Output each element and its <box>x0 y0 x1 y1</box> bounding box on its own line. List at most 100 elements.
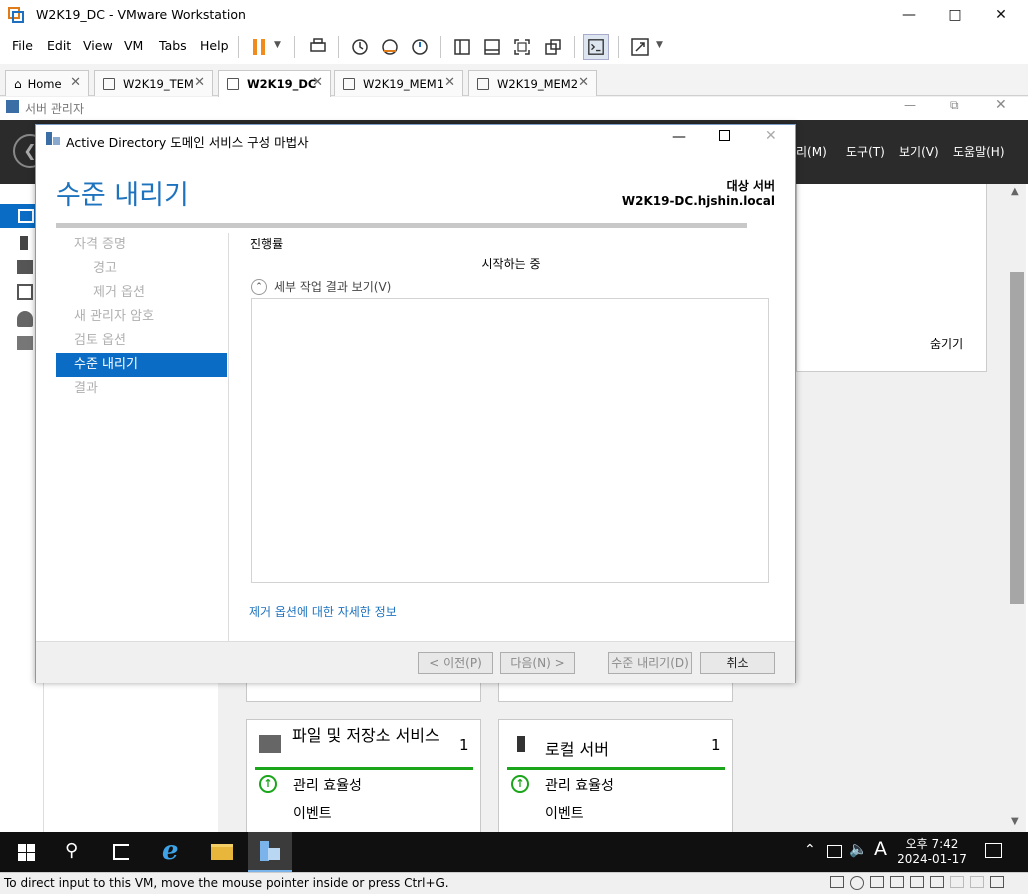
tab-w2k19-dc[interactable]: W2K19_DC ✕ <box>218 70 331 97</box>
maximize-button[interactable]: □ <box>932 0 978 30</box>
printer-icon[interactable] <box>910 876 924 888</box>
snapshot-icon[interactable] <box>350 37 370 57</box>
scroll-up-icon[interactable]: ▲ <box>1011 186 1019 197</box>
full-screen-icon[interactable] <box>512 37 532 57</box>
sm-menu-tools[interactable]: 도구(T) <box>846 143 885 160</box>
server-manager-taskbar-button[interactable] <box>248 832 292 872</box>
scrollbar-thumb[interactable] <box>1010 272 1024 604</box>
clock-date[interactable]: 2024-01-17 <box>895 852 969 866</box>
tab-w2k19-mem2[interactable]: W2K19_MEM2 ✕ <box>468 70 597 96</box>
vm-icon <box>103 77 115 90</box>
menu-view[interactable]: View <box>83 38 113 53</box>
sm-restore-button[interactable]: ⧉ <box>950 98 959 113</box>
arrows-icon[interactable] <box>970 876 984 888</box>
scroll-down-icon[interactable]: ▼ <box>1011 816 1019 827</box>
tile-count: 1 <box>711 736 721 754</box>
tab-w2k19-mem1[interactable]: W2K19_MEM1 ✕ <box>334 70 463 96</box>
revert-snapshot-icon[interactable] <box>380 37 400 57</box>
network-adapter-icon[interactable] <box>870 876 884 888</box>
pause-dropdown-icon[interactable]: ▼ <box>274 40 281 50</box>
task-view-icon[interactable] <box>113 844 129 860</box>
toolbar-separator <box>618 36 619 58</box>
tile-row-events[interactable]: 이벤트 <box>545 803 584 823</box>
input-indicator[interactable]: A <box>874 838 887 860</box>
tab-w2k19-tem[interactable]: W2K19_TEM ✕ <box>94 70 213 96</box>
menu-vm[interactable]: VM <box>124 38 143 53</box>
close-icon[interactable]: ✕ <box>194 75 205 90</box>
stretch-guest-icon[interactable] <box>630 37 650 57</box>
close-icon[interactable]: ✕ <box>444 75 455 90</box>
network-icon[interactable] <box>827 845 842 858</box>
sm-menu-help[interactable]: 도움말(H) <box>953 143 1005 160</box>
cd-icon[interactable] <box>850 876 864 890</box>
clock-time[interactable]: 오후 7:42 <box>895 835 969 852</box>
wizard-minimize-button[interactable]: — <box>672 129 686 145</box>
file-explorer-icon[interactable] <box>211 844 233 860</box>
stretch-dropdown-icon[interactable]: ▼ <box>656 40 663 50</box>
show-library-icon[interactable] <box>452 37 472 57</box>
sm-close-button[interactable]: ✕ <box>995 97 1007 113</box>
minimize-button[interactable]: — <box>886 0 932 30</box>
sm-minimize-button[interactable]: — <box>904 98 916 112</box>
nav-dns-icon[interactable] <box>17 311 33 327</box>
details-output-box[interactable] <box>251 298 769 583</box>
previous-button[interactable]: < 이전(P) <box>418 652 493 674</box>
hdd-icon[interactable] <box>830 876 844 888</box>
sound-icon[interactable] <box>930 876 944 888</box>
sm-menu-view[interactable]: 보기(V) <box>899 143 939 160</box>
file-storage-icon <box>259 735 281 753</box>
search-icon[interactable]: ⚲ <box>65 840 78 861</box>
chevron-up-icon: ⌃ <box>251 278 267 295</box>
tile-title: 로컬 서버 <box>545 740 609 759</box>
wizard-title: Active Directory 도메인 서비스 구성 마법사 <box>66 135 309 150</box>
wizard-heading: 수준 내리기 <box>56 180 189 211</box>
thumbnail-bar-icon[interactable] <box>482 37 502 57</box>
vmware-menubar: File Edit View VM Tabs Help ▼ ▼ <box>0 30 1028 64</box>
cancel-button[interactable]: 취소 <box>700 652 775 674</box>
nav-ad-ds-icon[interactable] <box>17 284 33 300</box>
wizard-step: 경고 <box>93 261 117 276</box>
message-icon[interactable] <box>990 876 1004 888</box>
notifications-icon[interactable] <box>985 843 1002 858</box>
tile-row-manageability[interactable]: 관리 효율성 <box>293 775 362 795</box>
pause-icon[interactable] <box>250 37 270 57</box>
menu-file[interactable]: File <box>12 38 33 53</box>
menu-tabs[interactable]: Tabs <box>159 38 187 53</box>
nav-all-servers-icon[interactable] <box>17 260 33 274</box>
vertical-scrollbar[interactable]: ▲ ▼ <box>1008 184 1026 832</box>
vmware-app-icon <box>8 7 24 23</box>
next-button[interactable]: 다음(N) > <box>500 652 575 674</box>
send-ctrl-alt-del-icon[interactable] <box>308 37 328 57</box>
wizard-step: 검토 옵션 <box>74 333 126 348</box>
unity-icon[interactable] <box>543 37 563 57</box>
nav-local-server-icon[interactable] <box>20 236 28 250</box>
tile-file-storage[interactable]: 파일 및 저장소 서비스 1 ↑ 관리 효율성 이벤트 <box>246 719 481 839</box>
wizard-close-button[interactable]: ✕ <box>765 128 777 144</box>
sm-menu-manage[interactable]: 리(M) <box>796 143 827 160</box>
demote-button[interactable]: 수준 내리기(D) <box>608 652 692 674</box>
wizard-maximize-button[interactable] <box>719 130 730 141</box>
details-toggle[interactable]: ⌃ 세부 작업 결과 보기(V) <box>251 278 391 295</box>
show-hidden-icons-icon[interactable]: ⌃ <box>804 842 816 858</box>
close-icon[interactable]: ✕ <box>70 75 81 90</box>
internet-explorer-icon[interactable]: e <box>162 836 179 866</box>
close-icon[interactable]: ✕ <box>578 75 589 90</box>
console-view-button[interactable] <box>583 34 609 60</box>
nav-file-services-icon[interactable] <box>17 336 33 350</box>
more-info-link[interactable]: 제거 옵션에 대한 자세한 정보 <box>249 603 397 620</box>
hide-link[interactable]: 숨기기 <box>930 335 963 352</box>
tile-row-manageability[interactable]: 관리 효율성 <box>545 775 614 795</box>
snapshot-manager-icon[interactable] <box>410 37 430 57</box>
display-icon[interactable] <box>950 876 964 888</box>
usb-icon[interactable] <box>890 876 904 888</box>
tile-row-events[interactable]: 이벤트 <box>293 803 332 823</box>
wizard-footer: < 이전(P) 다음(N) > 수준 내리기(D) 취소 <box>36 641 795 683</box>
menu-edit[interactable]: Edit <box>47 38 71 53</box>
menu-help[interactable]: Help <box>200 38 229 53</box>
close-button[interactable]: ✕ <box>978 0 1024 30</box>
close-icon[interactable]: ✕ <box>312 75 323 90</box>
windows-start-icon[interactable] <box>18 844 35 861</box>
volume-muted-icon[interactable]: 🔈 <box>849 840 868 858</box>
tile-local-server[interactable]: 로컬 서버 1 ↑ 관리 효율성 이벤트 <box>498 719 733 839</box>
tab-home[interactable]: ⌂ Home ✕ <box>5 70 89 96</box>
